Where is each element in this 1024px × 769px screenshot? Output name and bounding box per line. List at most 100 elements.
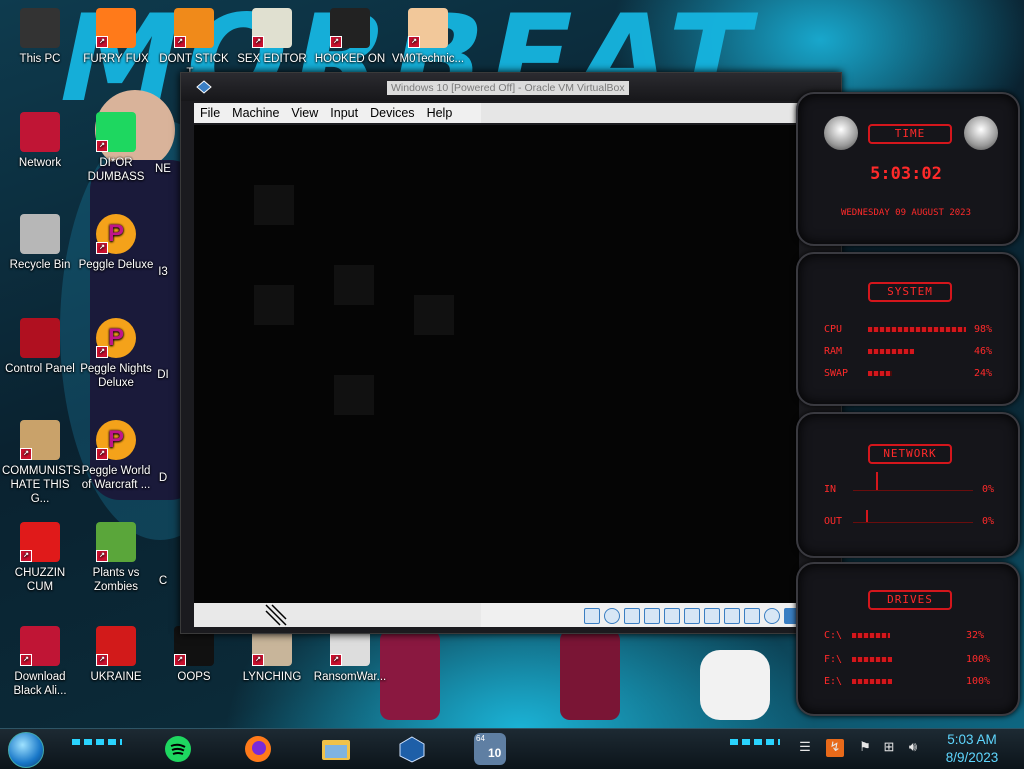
desktop-icon-label: OOPS xyxy=(177,671,211,683)
shortcut-arrow-icon: ↗ xyxy=(96,550,108,562)
menu-devices[interactable]: Devices xyxy=(364,106,420,120)
drives-gadget[interactable]: DRIVES C:\ 32% F:\ 100% E:\ 100% xyxy=(796,562,1020,716)
statusbar-left xyxy=(194,603,481,627)
shared-folder-icon[interactable] xyxy=(684,608,700,624)
network-adapter-icon[interactable] xyxy=(644,608,660,624)
menu-file[interactable]: File xyxy=(194,106,226,120)
shortcut-arrow-icon: ↗ xyxy=(252,654,264,666)
desktop-icon[interactable]: ↗ Download Black Ali... xyxy=(2,626,78,698)
recording-icon[interactable] xyxy=(724,608,740,624)
network-in-spike xyxy=(876,472,878,490)
vm-windows10-icon[interactable]: 64 10 xyxy=(474,733,506,765)
vlc-icon: ↗ xyxy=(174,8,214,48)
vm-display[interactable] xyxy=(194,125,799,605)
desktop-icon[interactable]: Recycle Bin xyxy=(2,214,78,272)
peggle-icon: P ↗ xyxy=(96,214,136,254)
system-usage-bar xyxy=(868,349,914,354)
desktop-icon[interactable]: ↗ UKRAINE xyxy=(78,626,154,684)
network-out-value: 0% xyxy=(982,516,995,527)
network-gadget[interactable]: NETWORK IN 0% OUT 0% xyxy=(796,412,1020,558)
desktop-icon[interactable]: P ↗ Peggle Deluxe xyxy=(78,214,154,272)
file-explorer-icon[interactable] xyxy=(320,733,352,765)
security-icon[interactable]: ↯ xyxy=(826,739,844,757)
menu-input[interactable]: Input xyxy=(324,106,364,120)
shortcut-arrow-icon: ↗ xyxy=(96,346,108,358)
system-row-label: RAM xyxy=(824,346,843,357)
desktop-icon-label: COMMUNISTS HATE THIS G... xyxy=(2,465,81,505)
shortcut-arrow-icon: ↗ xyxy=(252,36,264,48)
menu-help[interactable]: Help xyxy=(421,106,459,120)
shortcut-arrow-icon: ↗ xyxy=(174,36,186,48)
pvz-icon: ↗ xyxy=(96,522,136,562)
desktop-icon[interactable]: This PC xyxy=(2,8,78,66)
resize-grip-icon[interactable] xyxy=(264,603,288,627)
desktop-icon[interactable]: ↗ FURRY FUX xyxy=(78,8,154,66)
system-gadget[interactable]: SYSTEM CPU 98% RAM 46% SWAP 24% xyxy=(796,252,1020,406)
cpu-icon[interactable] xyxy=(744,608,760,624)
peggle-wow-icon: P ↗ xyxy=(96,420,136,460)
drive-row-label: E:\ xyxy=(824,676,843,687)
alienware-icon xyxy=(964,116,998,150)
desktop-icon-label: SEX EDITOR xyxy=(237,53,307,65)
menu-machine[interactable]: Machine xyxy=(226,106,285,120)
desktop-icon-label: Network xyxy=(18,157,62,169)
desktop-icon[interactable]: ↗ CHUZZIN CUM xyxy=(2,522,78,594)
start-button[interactable] xyxy=(8,732,44,768)
money-bag-icon: ↗ xyxy=(20,420,60,460)
window-titlebar[interactable]: Windows 10 [Powered Off] - Oracle VM Vir… xyxy=(181,73,841,101)
shortcut-arrow-icon: ↗ xyxy=(96,448,108,460)
taskbar-clock[interactable]: 5:03 AM 8/9/2023 xyxy=(932,729,1012,767)
wallpaper-sneaker xyxy=(700,650,770,720)
computer-icon xyxy=(20,8,60,48)
taskbar-decoration xyxy=(72,739,122,745)
mouse-integration-icon[interactable] xyxy=(764,608,780,624)
desktop-icon[interactable]: P ↗ Peggle World of Warcraft ... xyxy=(78,420,154,492)
desktop-icon-label: RansomWar... xyxy=(313,671,387,683)
desktop-icon[interactable]: P ↗ Peggle Nights Deluxe xyxy=(78,318,154,390)
time-gadget[interactable]: TIME 5:03:02 WEDNESDAY 09 AUGUST 2023 xyxy=(796,92,1020,246)
shortcut-arrow-icon: ↗ xyxy=(330,36,342,48)
system-row-value: 98% xyxy=(974,324,993,335)
desktop-icon[interactable]: ↗ RansomWar... xyxy=(312,626,388,684)
desktop-icon[interactable]: Control Panel xyxy=(2,318,78,376)
desktop-icon-label: Recycle Bin xyxy=(9,259,71,271)
spotify-icon[interactable] xyxy=(162,733,194,765)
drive-row-value: 100% xyxy=(966,676,991,687)
ghost-icon xyxy=(414,295,454,335)
wallpaper-leg-left xyxy=(380,630,440,720)
virtualbox-window[interactable]: Windows 10 [Powered Off] - Oracle VM Vir… xyxy=(180,72,842,634)
shortcut-arrow-icon: ↗ xyxy=(330,654,342,666)
desktop-icon[interactable]: ↗ SEX EDITOR xyxy=(234,8,310,66)
show-hidden-icons[interactable]: ☰ xyxy=(796,739,814,757)
hard-disk-icon[interactable] xyxy=(584,608,600,624)
system-usage-bar xyxy=(868,327,966,332)
desktop-icon[interactable]: ↗ Plants vs Zombies xyxy=(78,522,154,594)
desktop-icon-label: CHUZZIN CUM xyxy=(14,567,66,593)
menu-view[interactable]: View xyxy=(285,106,324,120)
desktop-icon[interactable]: ↗ DI*OR DUMBASS xyxy=(78,112,154,184)
firefox-icon[interactable] xyxy=(242,733,274,765)
desktop-icon[interactable]: ↗ VM0Technic... xyxy=(390,8,466,66)
drives-header: DRIVES xyxy=(868,590,952,610)
virtualbox-icon[interactable] xyxy=(396,733,428,765)
volume-icon[interactable]: 🔊︎ xyxy=(904,739,922,757)
partial-icon-label: I3 xyxy=(158,266,168,278)
audio-icon[interactable] xyxy=(624,608,640,624)
display-icon[interactable] xyxy=(704,608,720,624)
control-panel-icon xyxy=(20,318,60,358)
desktop-icon[interactable]: Network xyxy=(2,112,78,170)
desktop-icon[interactable]: ↗ HOOKED ON xyxy=(312,8,388,66)
usb-icon[interactable] xyxy=(664,608,680,624)
clock-time: 5:03 AM xyxy=(947,732,997,747)
flag-icon[interactable]: ⚑ xyxy=(856,739,874,757)
drive-row-value: 100% xyxy=(966,654,991,665)
shortcut-arrow-icon: ↗ xyxy=(174,654,186,666)
optical-drive-icon[interactable] xyxy=(604,608,620,624)
network-tray-icon[interactable]: ⊞ xyxy=(880,739,898,757)
system-row-label: SWAP xyxy=(824,368,849,379)
desktop-icon[interactable]: ↗ OOPS xyxy=(156,626,232,684)
desktop-icon[interactable]: ↗ LYNCHING xyxy=(234,626,310,684)
desktop-icon[interactable]: ↗DONT STICK T... xyxy=(156,8,232,80)
desktop-icon[interactable]: ↗ COMMUNISTS HATE THIS G... xyxy=(2,420,81,506)
system-row-value: 24% xyxy=(974,368,993,379)
